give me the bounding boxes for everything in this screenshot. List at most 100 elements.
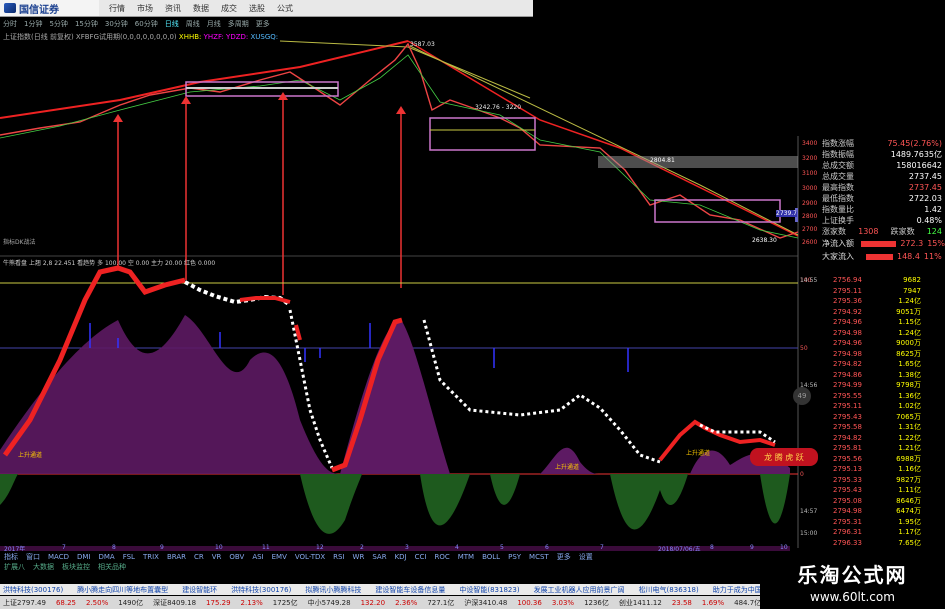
extension-tab[interactable]: 相关品种 <box>98 562 126 572</box>
indicator-tab[interactable]: 窗口 <box>26 552 40 562</box>
tick-price: 2794.96 <box>833 318 862 326</box>
indicator-tab[interactable]: DMA <box>98 553 114 561</box>
tick-row: 2756.94 9682 <box>798 275 945 286</box>
signal-curve-red <box>294 324 302 341</box>
tick-row: 2795.31 1.95亿 <box>798 517 945 528</box>
info-row: 最低指数 2722.03 <box>822 194 942 203</box>
status-value: 3.03% <box>551 598 575 607</box>
low-price-label: 2638.30 <box>752 237 777 244</box>
indicator-tab[interactable]: TRIX <box>143 553 159 561</box>
extension-tab[interactable]: 扩展八 <box>4 562 25 572</box>
tick-volume: 1.22亿 <box>898 433 921 442</box>
indicator-tab[interactable]: FSL <box>123 553 135 561</box>
time-mark: 14:57 <box>800 508 818 515</box>
sub-chart-name: 指标DK战法 <box>3 239 36 246</box>
news-item[interactable]: 发展工业机器人应用前景广阔 <box>534 585 625 595</box>
green-histogram <box>420 474 470 526</box>
green-histogram <box>490 474 520 505</box>
indicator-tab[interactable]: MTM <box>458 553 474 561</box>
indicator-tab[interactable]: 指标 <box>4 552 18 562</box>
tick-price: 2794.98 <box>833 328 862 337</box>
status-value: 2.50% <box>86 598 109 607</box>
tick-time <box>798 286 833 297</box>
news-ticker[interactable]: 洪特科技(300176) 腾小腾走向四川等地布置囊型 建设智能环 洪特科技(30017… <box>0 584 763 595</box>
indicator-tab[interactable]: ROC <box>434 553 449 561</box>
indicator-tab[interactable]: ASI <box>252 553 263 561</box>
extension-tab[interactable]: 板块监控 <box>62 562 90 572</box>
decorative-banner: 龙 腾 虎 跃 <box>750 448 818 466</box>
tick-volume: 1.36亿 <box>898 391 921 400</box>
indicator-tab[interactable]: BRAR <box>167 553 186 561</box>
info-row-breadth: 涨家数 1308 跌家数 124 <box>822 227 942 236</box>
flow-bar <box>866 253 893 260</box>
time-mark: 15:00 <box>800 530 818 537</box>
indicator-tab[interactable]: MACD <box>48 553 69 561</box>
news-item[interactable]: 洪特科技(300176) <box>3 585 63 595</box>
news-item[interactable]: 助力于成为中国智能焊接装 <box>713 585 763 595</box>
news-item[interactable]: 洪特科技(300176) <box>231 585 291 595</box>
news-item[interactable]: 腾小腾走向四川等地布置囊型 <box>77 585 168 595</box>
tick-time <box>798 538 833 549</box>
tick-row: 2795.81 1.21亿 <box>798 443 945 454</box>
date-label: 12 <box>316 544 324 551</box>
status-value: 2.36% <box>395 598 418 607</box>
zoom-button[interactable]: 49 <box>793 387 811 405</box>
news-item[interactable]: 建设智能车设备信息量 <box>375 585 445 595</box>
info-row: 上证换手 0.48% <box>822 216 942 225</box>
indicator-tab[interactable]: DMI <box>77 553 91 561</box>
tick-time <box>798 485 833 496</box>
info-row: 总成交量 2737.45 <box>822 172 942 181</box>
status-value: 1490亿 <box>118 598 144 607</box>
tick-price: 2795.31 <box>833 517 862 526</box>
tick-time <box>798 433 833 444</box>
flow-bar <box>861 240 897 247</box>
news-item[interactable]: 拟腾讯小腾腾科技 <box>305 585 361 595</box>
indicator-tab[interactable]: CCI <box>415 553 427 561</box>
indicator-tab[interactable]: CR <box>194 553 204 561</box>
indicator-tab[interactable]: KDJ <box>395 553 407 561</box>
tick-volume: 7947 <box>903 286 921 295</box>
tick-price: 2795.55 <box>833 391 862 400</box>
tick-volume: 1.24亿 <box>898 328 921 337</box>
indicator-tab[interactable]: WR <box>353 553 365 561</box>
tick-time <box>798 296 833 307</box>
extension-tab[interactable]: 大数据 <box>33 562 54 572</box>
indicator-tab[interactable]: 设置 <box>579 552 593 562</box>
tick-volume: 6474万 <box>896 507 921 515</box>
tick-row: 2794.98 1.24亿 <box>798 328 945 339</box>
price-band <box>598 156 798 168</box>
tick-row: 2794.96 9000万 <box>798 338 945 349</box>
indicator-tab[interactable]: VR <box>212 553 222 561</box>
uptrend-badge: 上升通道 <box>686 450 711 457</box>
date-label: 7 <box>62 544 66 551</box>
status-value: 23.58 <box>671 598 692 607</box>
indicator-tab[interactable]: VOL-TDX <box>295 553 325 561</box>
news-item[interactable]: 建设智能环 <box>182 585 217 595</box>
date-label: 8 <box>710 544 714 551</box>
tick-row: 2794.96 1.15亿 <box>798 317 945 328</box>
box-price-label: 3242.76 - 3220 <box>475 104 522 111</box>
indicator-tab[interactable]: BOLL <box>482 553 500 561</box>
tick-row: 2794.99 9798万 <box>798 380 945 391</box>
indicator-tab[interactable]: RSI <box>333 553 344 561</box>
indicator-tab[interactable]: EMV <box>272 553 287 561</box>
date-label: 3 <box>405 544 409 551</box>
indicator-tab[interactable]: OBV <box>229 553 244 561</box>
purple-histogram <box>340 318 450 474</box>
tick-row: 2794.82 1.65亿 <box>798 359 945 370</box>
indicator-tab[interactable]: PSY <box>508 553 521 561</box>
flow-row: 大家流入 148.4 11% <box>822 252 942 261</box>
indicator-tab[interactable]: SAR <box>372 553 386 561</box>
tick-volume: 9000万 <box>896 339 921 347</box>
news-item[interactable]: 中设智能(831823) <box>459 585 519 595</box>
time-mark: 14:55 <box>800 277 818 284</box>
tick-row: 2795.33 9827万 <box>798 475 945 486</box>
indicator-tab[interactable]: MCST <box>529 553 549 561</box>
news-item[interactable]: 松川电气(836318) <box>639 585 699 595</box>
tick-time <box>798 475 833 486</box>
tick-price: 2795.11 <box>833 286 862 295</box>
tick-price: 2794.92 <box>833 307 862 316</box>
indicator-tab[interactable]: 更多 <box>557 552 571 562</box>
tick-volume: 1.16亿 <box>898 465 921 473</box>
tick-row: 2796.31 1.17亿 <box>798 527 945 538</box>
